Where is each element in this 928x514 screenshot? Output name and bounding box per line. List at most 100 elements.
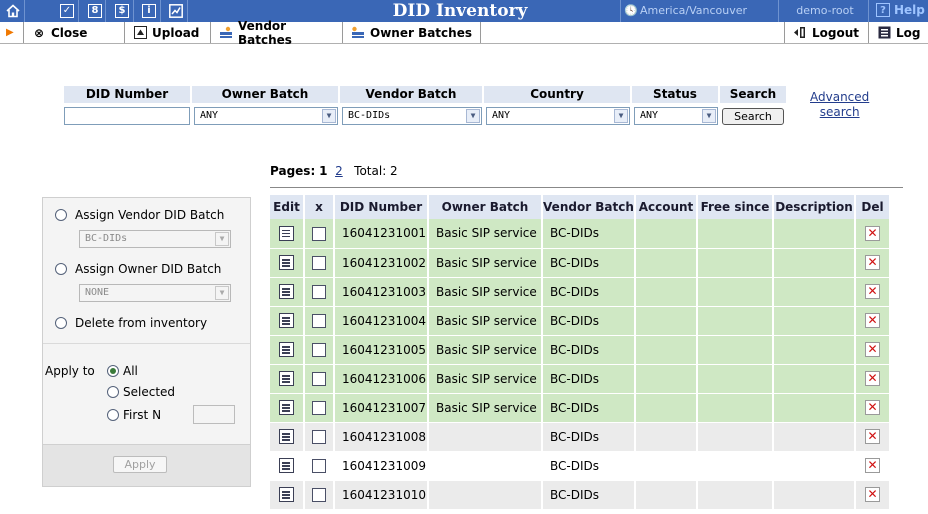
menu-toggle-button[interactable]: ▶: [0, 22, 24, 43]
account-cell: [635, 393, 698, 423]
assign-owner-select[interactable]: NONE ▼: [79, 284, 231, 302]
row-checkbox[interactable]: [312, 284, 326, 299]
calculator-icon[interactable]: 8: [86, 2, 104, 20]
row-checkbox[interactable]: [312, 371, 326, 386]
checklist-icon[interactable]: ✓: [58, 2, 76, 20]
search-button[interactable]: Search: [722, 108, 784, 125]
edit-icon[interactable]: [279, 255, 294, 270]
column-header[interactable]: Account: [635, 195, 698, 219]
column-header[interactable]: Owner Batch: [428, 195, 543, 219]
row-checkbox[interactable]: [312, 342, 326, 357]
edit-icon[interactable]: [279, 400, 294, 415]
delete-icon[interactable]: ✕: [865, 487, 880, 502]
table-row[interactable]: 16041231003 Basic SIP service BC-DIDs ✕: [270, 277, 891, 307]
advanced-search-link[interactable]: Advanced search: [810, 90, 869, 120]
delete-icon[interactable]: ✕: [865, 284, 880, 299]
table-row[interactable]: 16041231001 Basic SIP service BC-DIDs ✕: [270, 219, 891, 249]
close-button[interactable]: ⊗ Close: [24, 22, 125, 43]
delete-cell: ✕: [855, 219, 891, 249]
delete-label: Delete from inventory: [75, 316, 208, 330]
table-row[interactable]: 16041231008 BC-DIDs ✕: [270, 422, 891, 452]
delete-radio[interactable]: [55, 317, 67, 329]
country-select-value: ANY: [492, 110, 511, 121]
row-checkbox[interactable]: [312, 255, 326, 270]
vendor-batch-select[interactable]: BC-DIDs ▼: [342, 107, 482, 125]
column-header[interactable]: Free since: [697, 195, 774, 219]
apply-all-radio[interactable]: [107, 365, 119, 377]
help-button[interactable]: ? Help: [876, 3, 925, 17]
assign-owner-radio[interactable]: [55, 263, 67, 275]
delete-cell: ✕: [855, 306, 891, 336]
vendor-batch-cell: BC-DIDs: [542, 277, 636, 307]
home-icon[interactable]: [4, 2, 22, 20]
row-checkbox[interactable]: [312, 226, 326, 241]
assign-vendor-option[interactable]: Assign Vendor DID Batch: [55, 208, 224, 222]
chart-icon[interactable]: [167, 2, 185, 20]
edit-icon[interactable]: [279, 342, 294, 357]
delete-icon[interactable]: ✕: [865, 255, 880, 270]
apply-button[interactable]: Apply: [113, 456, 167, 473]
row-checkbox[interactable]: [312, 429, 326, 444]
did-number-cell: 16041231002: [334, 248, 429, 278]
delete-icon[interactable]: ✕: [865, 342, 880, 357]
column-header[interactable]: Edit: [270, 195, 305, 219]
delete-option[interactable]: Delete from inventory: [55, 316, 207, 330]
dollar-icon[interactable]: $: [113, 2, 131, 20]
page-link[interactable]: 2: [335, 164, 343, 178]
row-checkbox[interactable]: [312, 487, 326, 502]
edit-icon[interactable]: [279, 371, 294, 386]
first-n-input[interactable]: [193, 405, 235, 424]
logout-button[interactable]: Logout: [784, 22, 868, 43]
table-row[interactable]: 16041231006 Basic SIP service BC-DIDs ✕: [270, 364, 891, 394]
edit-icon[interactable]: [279, 429, 294, 444]
column-header[interactable]: Del: [855, 195, 891, 219]
owner-batches-button[interactable]: Owner Batches: [343, 22, 481, 43]
table-row[interactable]: 16041231002 Basic SIP service BC-DIDs ✕: [270, 248, 891, 278]
timezone-label[interactable]: America/Vancouver: [640, 4, 747, 17]
delete-icon[interactable]: ✕: [865, 458, 880, 473]
upload-button[interactable]: Upload: [125, 22, 211, 43]
vendor-batch-cell: BC-DIDs: [542, 480, 636, 510]
country-select[interactable]: ANY ▼: [486, 107, 630, 125]
column-header[interactable]: Description: [773, 195, 856, 219]
vendor-batches-button[interactable]: Vendor Batches: [211, 19, 343, 47]
info-icon[interactable]: i: [140, 2, 158, 20]
row-checkbox[interactable]: [312, 458, 326, 473]
log-button[interactable]: Log: [868, 22, 928, 43]
assign-owner-option[interactable]: Assign Owner DID Batch: [55, 262, 221, 276]
edit-icon[interactable]: [279, 284, 294, 299]
did-number-cell: 16041231009: [334, 451, 429, 481]
edit-icon[interactable]: [279, 225, 294, 241]
delete-icon[interactable]: ✕: [865, 313, 880, 328]
edit-icon[interactable]: [279, 458, 294, 473]
delete-icon[interactable]: ✕: [865, 225, 880, 241]
column-header[interactable]: DID Number: [334, 195, 429, 219]
table-row[interactable]: 16041231009 BC-DIDs ✕: [270, 451, 891, 481]
assign-vendor-select[interactable]: BC-DIDs ▼: [79, 230, 231, 248]
row-checkbox[interactable]: [312, 313, 326, 328]
apply-selected-option[interactable]: Selected: [107, 385, 175, 399]
owner-batch-select[interactable]: ANY ▼: [194, 107, 338, 125]
table-row[interactable]: 16041231010 BC-DIDs ✕: [270, 480, 891, 510]
chevron-down-icon: ▼: [322, 109, 336, 123]
status-select[interactable]: ANY ▼: [634, 107, 718, 125]
column-header[interactable]: x: [304, 195, 335, 219]
delete-icon[interactable]: ✕: [865, 400, 880, 415]
apply-first-n-option[interactable]: First N: [107, 408, 161, 422]
delete-icon[interactable]: ✕: [865, 429, 880, 444]
apply-first-n-label: First N: [123, 408, 162, 422]
table-row[interactable]: 16041231007 Basic SIP service BC-DIDs ✕: [270, 393, 891, 423]
table-row[interactable]: 16041231004 Basic SIP service BC-DIDs ✕: [270, 306, 891, 336]
did-number-input[interactable]: [64, 107, 190, 125]
row-checkbox[interactable]: [312, 400, 326, 415]
edit-icon[interactable]: [279, 487, 294, 502]
apply-all-option[interactable]: All: [107, 364, 138, 378]
delete-icon[interactable]: ✕: [865, 371, 880, 386]
apply-first-n-radio[interactable]: [107, 409, 119, 421]
table-row[interactable]: 16041231005 Basic SIP service BC-DIDs ✕: [270, 335, 891, 365]
assign-vendor-radio[interactable]: [55, 209, 67, 221]
free-since-cell: [697, 277, 774, 307]
edit-icon[interactable]: [279, 313, 294, 328]
apply-selected-radio[interactable]: [107, 386, 119, 398]
column-header[interactable]: Vendor Batch: [542, 195, 636, 219]
